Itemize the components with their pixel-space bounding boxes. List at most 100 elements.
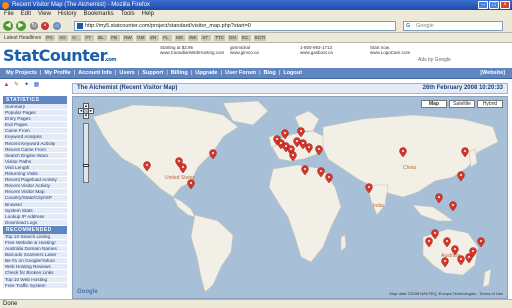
bookmark-item[interactable]: WK xyxy=(188,34,199,41)
bookmark-latest-headlines[interactable]: Latest Headlines xyxy=(3,35,42,41)
home-icon[interactable]: ⌂ xyxy=(53,22,61,30)
bookmark-item[interactable]: AG xyxy=(58,34,69,41)
menu-view[interactable]: View xyxy=(38,10,51,19)
visitor-pin-icon[interactable] xyxy=(457,171,465,182)
nav-upgrade[interactable]: Upgrade xyxy=(192,70,220,76)
bookmark-item[interactable]: MS xyxy=(175,34,186,41)
map-pan-control[interactable]: ▴ ◂ ▸ ▾ xyxy=(78,103,94,119)
logo-text: StatCounter xyxy=(3,46,108,65)
visitor-pin-dot xyxy=(452,204,454,206)
menu-help[interactable]: Help xyxy=(142,10,154,19)
visitor-map[interactable]: United States India Australia China ▴ ◂ … xyxy=(72,96,508,299)
menu-tools[interactable]: Tools xyxy=(121,10,135,19)
ad-item[interactable]: Starting at $3.95 www.CanadianWebHosting.… xyxy=(160,45,225,55)
nav-logout[interactable]: Logout xyxy=(280,70,305,76)
ad-item[interactable]: Start now. www.LogoCare.com xyxy=(370,45,432,55)
google-map-logo[interactable]: Google xyxy=(77,289,98,295)
world-map-svg: United States India Australia China xyxy=(92,100,499,293)
bookmark-item[interactable]: G xyxy=(71,34,82,41)
bookmark-item[interactable]: ST xyxy=(201,34,212,41)
label-india: India xyxy=(373,203,384,209)
nav-website[interactable]: [Website] xyxy=(477,70,508,76)
visitor-pin-dot xyxy=(296,140,298,142)
ad-url: www.CanadianWebHosting.com xyxy=(160,50,225,55)
visitor-pin-icon[interactable] xyxy=(435,193,443,204)
back-icon[interactable]: ◀ xyxy=(3,21,13,31)
bookmark-item[interactable]: ECTI xyxy=(254,34,267,41)
nav-support[interactable]: Support xyxy=(139,70,166,76)
bookmark-item[interactable]: FL xyxy=(162,34,173,41)
visitor-pin-dot xyxy=(328,176,330,178)
status-bar: Done xyxy=(0,299,512,308)
ad-url: www.gimco.ca xyxy=(230,50,259,55)
graph-icon[interactable]: ▦ xyxy=(33,82,40,89)
statistics-heading: STATISTICS xyxy=(3,96,67,104)
menu-edit[interactable]: Edit xyxy=(21,10,31,19)
visitor-pin-icon[interactable] xyxy=(209,149,217,160)
menu-history[interactable]: History xyxy=(58,10,77,19)
visitor-pin-dot xyxy=(308,146,310,148)
bookmark-item[interactable]: GM xyxy=(136,34,147,41)
visitor-pin-dot xyxy=(318,148,320,150)
bookmark-item[interactable]: PG xyxy=(45,34,56,41)
ad-url: www.LogoCare.com xyxy=(370,50,411,55)
visitor-pin-dot xyxy=(460,258,462,260)
pan-down-icon[interactable]: ▾ xyxy=(83,113,89,119)
close-button[interactable]: × xyxy=(500,1,510,9)
zoom-slider[interactable] xyxy=(83,123,89,183)
bookmark-item[interactable]: GN xyxy=(228,34,238,41)
nav-blog[interactable]: Blog xyxy=(261,70,279,76)
bookmark-item[interactable]: YT xyxy=(84,34,95,41)
minimize-button[interactable]: – xyxy=(478,1,488,9)
nav-billing[interactable]: Billing xyxy=(168,70,191,76)
visitor-pin-dot xyxy=(428,240,430,242)
visitor-pin-dot xyxy=(368,186,370,188)
statcounter-logo[interactable]: StatCounter .com xyxy=(3,46,117,65)
visitor-pin-icon[interactable] xyxy=(449,201,457,212)
bookmark-item[interactable]: NW xyxy=(123,34,134,41)
bookmark-item[interactable]: TTC xyxy=(214,34,225,41)
navigation-toolbar: ◀ ▶ ↻ × ⌂ http://my5.statcounter.com/pro… xyxy=(0,19,512,33)
reload-icon[interactable]: ↻ xyxy=(30,22,38,30)
visitor-pin-dot xyxy=(444,260,446,262)
map-type-hybrid-button[interactable]: Hybrid xyxy=(477,100,503,108)
chart-icon[interactable]: ▲ xyxy=(3,82,10,89)
bookmark-item[interactable]: ZN xyxy=(149,34,160,41)
map-type-satellite-button[interactable]: Satellite xyxy=(449,100,475,108)
wrench-icon[interactable]: ✦ xyxy=(23,82,30,89)
visitor-pin-dot xyxy=(285,145,287,147)
visitor-pin-dot xyxy=(438,196,440,198)
bookmark-item[interactable]: BL xyxy=(97,34,108,41)
zoom-slider-handle[interactable] xyxy=(83,164,89,167)
visitor-pin-dot xyxy=(276,138,278,140)
visitor-pin-dot xyxy=(446,240,448,242)
map-type-map-button[interactable]: Map xyxy=(421,100,447,108)
bookmark-item[interactable]: FB xyxy=(110,34,121,41)
ad-item[interactable]: 1-800-993-1713 www.gasboot.ca xyxy=(300,45,362,55)
ads-by-google[interactable]: Ads by Google xyxy=(418,57,451,63)
tool-icons: ▲ ✎ ✦ ▦ xyxy=(0,80,70,90)
forward-icon[interactable]: ▶ xyxy=(16,21,26,31)
address-bar[interactable]: http://my5.statcounter.com/project/stand… xyxy=(74,21,396,31)
land-new-zealand xyxy=(482,268,492,288)
nav-users[interactable]: Users xyxy=(116,70,137,76)
nav-account-info[interactable]: Account Info xyxy=(75,70,115,76)
menu-file[interactable]: File xyxy=(4,10,14,19)
nav-user-forum[interactable]: User Forum xyxy=(222,70,259,76)
visitor-pin-dot xyxy=(468,256,470,258)
wand-icon[interactable]: ✎ xyxy=(13,82,20,89)
menu-bar: File Edit View History Bookmarks Tools H… xyxy=(0,10,512,19)
menu-bookmarks[interactable]: Bookmarks xyxy=(84,10,114,19)
sidebar-rec-item[interactable]: Free Traffic System xyxy=(3,282,67,289)
visitor-pin-icon[interactable] xyxy=(187,179,195,190)
maximize-button[interactable]: □ xyxy=(489,1,499,9)
ad-item[interactable]: gimmickal www.gimco.ca xyxy=(230,45,292,55)
stop-icon[interactable]: × xyxy=(41,22,49,30)
bookmark-item[interactable]: EC xyxy=(241,34,251,41)
page-content: StatCounter .com Starting at $3.95 www.Ca… xyxy=(0,43,512,299)
search-input[interactable]: G Google xyxy=(403,21,503,31)
visitor-pin-icon[interactable] xyxy=(477,237,485,248)
visitor-pin-dot xyxy=(480,240,482,242)
nav-my-profile[interactable]: My Profile xyxy=(41,70,73,76)
nav-my-projects[interactable]: My Projects xyxy=(3,70,40,76)
